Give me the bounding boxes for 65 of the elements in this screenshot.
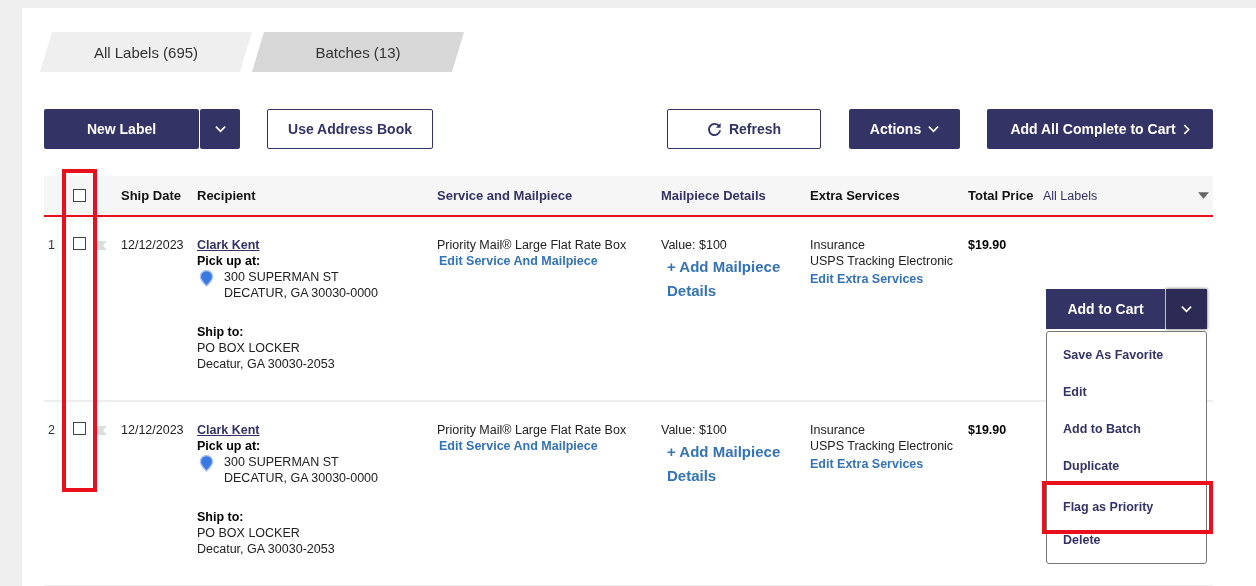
column-header: Mailpiece Details: [661, 188, 767, 203]
caret-icon: [928, 125, 940, 133]
new-label-button[interactable]: New Label: [44, 109, 199, 149]
service-name: Priority Mail® Large Flat Rate Box: [437, 423, 627, 437]
ship-to-label: Ship to:: [197, 509, 245, 525]
label-filter-dropdown[interactable]: All Labels: [1043, 188, 1213, 203]
location-pin-icon: [199, 270, 214, 287]
address-line: DECATUR, GA 30030-0000: [224, 470, 378, 486]
address-line: PO BOX LOCKER: [197, 525, 301, 541]
extra-service: Insurance: [810, 422, 866, 438]
row-checkbox[interactable]: [73, 237, 86, 250]
declared-value: Value: $100: [661, 238, 727, 252]
add-details-link[interactable]: + Add Mailpiece Details: [661, 440, 810, 488]
service-name: Priority Mail® Large Flat Rate Box: [437, 238, 627, 252]
column-header: Total Price: [968, 188, 1035, 203]
refresh-button[interactable]: Refresh: [667, 109, 821, 149]
recipient-link[interactable]: Clark Kent: [197, 422, 260, 438]
column-header: Recipient: [197, 188, 257, 203]
row-number: 1: [47, 237, 56, 253]
total-price: $19.90: [968, 422, 1008, 438]
dropdown-triangle-icon: [1198, 192, 1209, 199]
total-price: $19.90: [968, 237, 1008, 253]
row-checkbox[interactable]: [73, 422, 86, 435]
declared-value: Value: $100: [661, 423, 727, 437]
column-header: Service and Mailpiece: [437, 188, 574, 203]
extra-service: USPS Tracking Electronic: [810, 253, 955, 269]
add-to-cart-button[interactable]: Add to Cart: [1046, 289, 1165, 329]
menu-item[interactable]: Save As Favorite: [1047, 341, 1206, 378]
tab[interactable]: Batches (13): [252, 32, 464, 72]
caret-icon: [1181, 305, 1192, 313]
ship-to-label: Ship to:: [197, 324, 245, 340]
select-all-checkbox[interactable]: [73, 189, 86, 202]
caret-icon: [214, 125, 226, 133]
ship-date: 12/12/2023: [121, 422, 185, 438]
ship-date: 12/12/2023: [121, 237, 185, 253]
row-number: 2: [47, 422, 56, 438]
recipient-link[interactable]: Clark Kent: [197, 237, 260, 253]
add-all-to-cart-button[interactable]: Add All Complete to Cart: [987, 109, 1213, 149]
column-header: Extra Services: [810, 188, 901, 203]
address-line: Decatur, GA 30030-2053: [197, 541, 336, 557]
location-pin-icon: [199, 455, 214, 472]
edit-extras-link[interactable]: Edit Extra Services: [810, 271, 968, 287]
address-line: PO BOX LOCKER: [197, 340, 301, 356]
actions-button[interactable]: Actions: [849, 109, 960, 149]
edit-service-link[interactable]: Edit Service And Mailpiece: [437, 438, 661, 454]
address-line: Decatur, GA 30030-2053: [197, 356, 336, 372]
column-header: Ship Date: [121, 188, 182, 203]
menu-item[interactable]: Duplicate: [1047, 452, 1206, 489]
edit-service-link[interactable]: Edit Service And Mailpiece: [437, 253, 661, 269]
pickup-label: Pick up at:: [197, 438, 262, 454]
address-book-button[interactable]: Use Address Book: [267, 109, 433, 149]
chevron-right-icon: [1182, 123, 1190, 135]
pickup-label: Pick up at:: [197, 253, 262, 269]
address-line: 300 SUPERMAN ST: [224, 269, 340, 285]
extra-service: USPS Tracking Electronic: [810, 438, 955, 454]
menu-item[interactable]: Edit: [1047, 378, 1206, 415]
edit-extras-link[interactable]: Edit Extra Services: [810, 456, 968, 472]
add-details-link[interactable]: + Add Mailpiece Details: [661, 255, 810, 303]
menu-item[interactable]: Delete: [1047, 526, 1206, 563]
address-line: 300 SUPERMAN ST: [224, 454, 340, 470]
extra-service: Insurance: [810, 237, 866, 253]
tab[interactable]: All Labels (695): [40, 32, 252, 72]
refresh-icon: [706, 121, 722, 137]
menu-item[interactable]: Add to Batch: [1047, 415, 1206, 452]
address-line: DECATUR, GA 30030-0000: [224, 285, 378, 301]
